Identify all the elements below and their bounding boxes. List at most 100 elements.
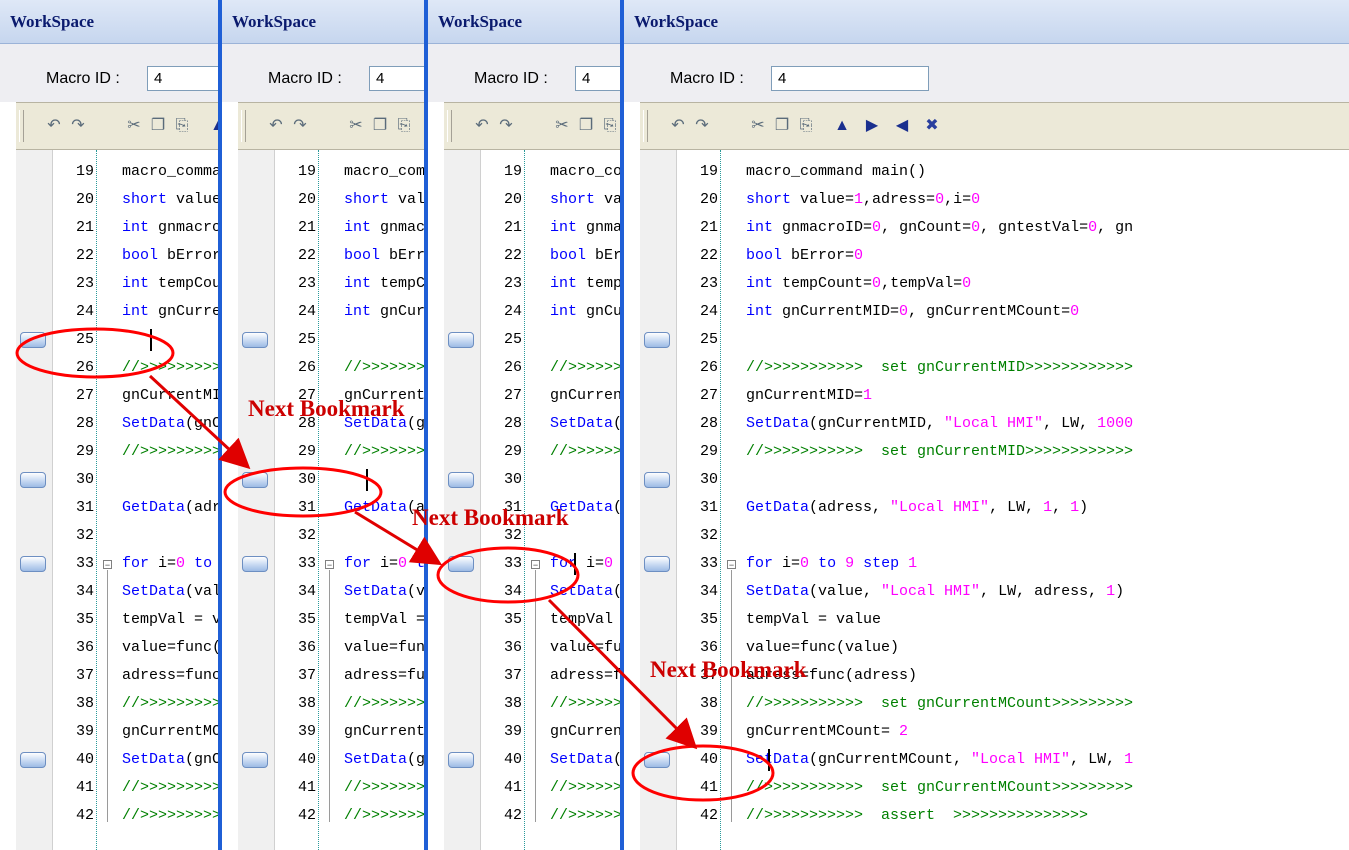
code-line[interactable]: 33−for i=0 to 9 step 1 (222, 550, 428, 578)
copy-icon[interactable]: ❐ (148, 115, 168, 137)
redo-icon[interactable]: ↷ (692, 115, 712, 137)
bookmark-icon[interactable] (448, 752, 474, 768)
bookmark-icon[interactable] (448, 472, 474, 488)
code-line[interactable]: 24int gnCurrentMID=0, gnCurrentMCount=0 (222, 298, 428, 326)
code-line[interactable]: 26 //>>>>>>>>>>> set gnCurrentMID>>>>>>>>… (0, 354, 222, 382)
code-line[interactable]: 42 //>>>>>>>>>>> assert >>>>>>>>>>>>>>> (624, 802, 1349, 830)
code-line[interactable]: 22 bool bError=0 (428, 242, 624, 270)
code-line[interactable]: 23int tempCount=0,tempVal=0 (0, 270, 222, 298)
code-line[interactable]: 34 SetData(value, "Local HMI", LW, adress… (624, 578, 1349, 606)
macro-id-input[interactable] (771, 66, 929, 91)
undo-icon[interactable]: ↶ (44, 115, 64, 137)
code-line[interactable]: 28 SetData(gnCurrentMID, "Local HMI", LW,… (0, 410, 222, 438)
code-line[interactable]: 22 bool bError=0 (624, 242, 1349, 270)
code-line[interactable]: 40 SetData(gnCurrentMCount, "Local HMI", … (624, 746, 1349, 774)
code-line[interactable]: 42 //>>>>>>>>>>> assert >>>>>>>>>>>>>>> (222, 802, 428, 830)
previous-bookmark-icon[interactable]: ◀ (892, 115, 912, 137)
fold-collapse-icon[interactable]: − (103, 560, 112, 570)
code-line[interactable]: 30 (624, 466, 1349, 494)
code-line[interactable]: 25 (222, 326, 428, 354)
code-line[interactable]: 26 //>>>>>>>>>>> set gnCurrentMID>>>>>>>>… (222, 354, 428, 382)
code-line[interactable]: 29 //>>>>>>>>>>> set gnCurrentMID>>>>>>>>… (0, 438, 222, 466)
code-line[interactable]: 41 //>>>>>>>>>>> set gnCurrentMCount>>>>>… (222, 774, 428, 802)
bookmark-icon[interactable] (644, 332, 670, 348)
code-line[interactable]: 39 gnCurrentMCount= 2 (428, 718, 624, 746)
code-editor[interactable]: 19 macro_command main() 20 short value=1,ad… (0, 150, 222, 850)
code-line[interactable]: 38 //>>>>>>>>>>> set gnCurrentMCount>>>>>… (222, 690, 428, 718)
code-line[interactable]: 38 //>>>>>>>>>>> set gnCurrentMCount>>>>>… (428, 690, 624, 718)
code-line[interactable]: 41 //>>>>>>>>>>> set gnCurrentMCount>>>>>… (428, 774, 624, 802)
next-bookmark-icon[interactable]: ▶ (862, 115, 882, 137)
bookmark-icon[interactable] (242, 332, 268, 348)
bookmark-icon[interactable] (448, 556, 474, 572)
code-line[interactable]: 28 SetData(gnCurrentMID, "Local HMI", LW,… (624, 410, 1349, 438)
code-line[interactable]: 32 (0, 522, 222, 550)
code-line[interactable]: 35 tempVal = value (0, 606, 222, 634)
code-line[interactable]: 27 gnCurrentMID=1 (0, 382, 222, 410)
code-editor[interactable]: 19 macro_command main() 20 short value=1,ad… (222, 150, 428, 850)
code-line[interactable]: 30 (0, 466, 222, 494)
code-line[interactable]: 19 macro_command main() (428, 158, 624, 186)
clear-bookmarks-icon[interactable]: ✖ (922, 115, 942, 137)
toggle-bookmark-icon[interactable]: ▲ (832, 115, 852, 137)
code-line[interactable]: 23int tempCount=0,tempVal=0 (222, 270, 428, 298)
code-line[interactable]: 20short value=1,adress=0,i=0 (0, 186, 222, 214)
code-editor[interactable]: 19 macro_command main() 20 short value=1,ad… (428, 150, 624, 850)
code-line[interactable]: 31 GetData(adress, "Local HMI", LW, 1, 1) (624, 494, 1349, 522)
paste-icon[interactable]: ⎘ (796, 115, 816, 137)
code-line[interactable]: 23int tempCount=0,tempVal=0 (428, 270, 624, 298)
paste-icon[interactable]: ⎘ (172, 115, 192, 137)
code-line[interactable]: 35 tempVal = value (222, 606, 428, 634)
code-line[interactable]: 27 gnCurrentMID=1 (428, 382, 624, 410)
cut-icon[interactable]: ✂ (748, 115, 768, 137)
bookmark-icon[interactable] (242, 752, 268, 768)
cut-icon[interactable]: ✂ (552, 115, 572, 137)
code-line[interactable]: 24int gnCurrentMID=0, gnCurrentMCount=0 (0, 298, 222, 326)
code-line[interactable]: 21int gnmacroID=0, gnCount=0, gntestVal=… (624, 214, 1349, 242)
code-line[interactable]: 35 tempVal = value (624, 606, 1349, 634)
bookmark-icon[interactable] (644, 752, 670, 768)
macro-id-input[interactable] (147, 66, 222, 91)
code-line[interactable]: 22 bool bError=0 (0, 242, 222, 270)
bookmark-icon[interactable] (20, 556, 46, 572)
code-line[interactable]: 23int tempCount=0,tempVal=0 (624, 270, 1349, 298)
code-line[interactable]: 33−for i=0 to 9 step 1 (428, 550, 624, 578)
code-line[interactable]: 39 gnCurrentMCount= 2 (0, 718, 222, 746)
code-line[interactable]: 37 adress=func(adress) (428, 662, 624, 690)
code-line[interactable]: 40 SetData(gnCurrentMCount, "Local HMI", … (222, 746, 428, 774)
code-line[interactable]: 24int gnCurrentMID=0, gnCurrentMCount=0 (624, 298, 1349, 326)
undo-icon[interactable]: ↶ (668, 115, 688, 137)
code-line[interactable]: 38 //>>>>>>>>>>> set gnCurrentMCount>>>>>… (0, 690, 222, 718)
code-line[interactable]: 34 SetData(value, "Local HMI", LW, adress… (428, 578, 624, 606)
cut-icon[interactable]: ✂ (346, 115, 366, 137)
code-line[interactable]: 21int gnmacroID=0, gnCount=0, gntestVal=… (0, 214, 222, 242)
code-line[interactable]: 41 //>>>>>>>>>>> set gnCurrentMCount>>>>>… (624, 774, 1349, 802)
code-line[interactable]: 26 //>>>>>>>>>>> set gnCurrentMID>>>>>>>>… (428, 354, 624, 382)
fold-collapse-icon[interactable]: − (531, 560, 540, 570)
bookmark-icon[interactable] (20, 752, 46, 768)
code-line[interactable]: 32 (624, 522, 1349, 550)
code-line[interactable]: 21int gnmacroID=0, gnCount=0, gntestVal=… (428, 214, 624, 242)
code-line[interactable]: 27 gnCurrentMID=1 (624, 382, 1349, 410)
code-line[interactable]: 29 //>>>>>>>>>>> set gnCurrentMID>>>>>>>>… (624, 438, 1349, 466)
macro-id-input[interactable] (575, 66, 624, 91)
redo-icon[interactable]: ↷ (290, 115, 310, 137)
code-line[interactable]: 24int gnCurrentMID=0, gnCurrentMCount=0 (428, 298, 624, 326)
code-line[interactable]: 20short value=1,adress=0,i=0 (222, 186, 428, 214)
code-line[interactable]: 40 SetData(gnCurrentMCount, "Local HMI", … (0, 746, 222, 774)
fold-collapse-icon[interactable]: − (727, 560, 736, 570)
paste-icon[interactable]: ⎘ (394, 115, 414, 137)
bookmark-icon[interactable] (20, 332, 46, 348)
bookmark-icon[interactable] (242, 472, 268, 488)
code-line[interactable]: 19 macro_command main() (222, 158, 428, 186)
code-line[interactable]: 20short value=1,adress=0,i=0 (624, 186, 1349, 214)
fold-collapse-icon[interactable]: − (325, 560, 334, 570)
code-line[interactable]: 31 GetData(adress, "Local HMI", LW, 1, 1) (0, 494, 222, 522)
code-line[interactable]: 39 gnCurrentMCount= 2 (624, 718, 1349, 746)
code-line[interactable]: 33−for i=0 to 9 step 1 (0, 550, 222, 578)
copy-icon[interactable]: ❐ (576, 115, 596, 137)
code-line[interactable]: 32 (222, 522, 428, 550)
bookmark-icon[interactable] (20, 472, 46, 488)
code-line[interactable]: 39 gnCurrentMCount= 2 (222, 718, 428, 746)
code-line[interactable]: 36 value=func(value) (0, 634, 222, 662)
